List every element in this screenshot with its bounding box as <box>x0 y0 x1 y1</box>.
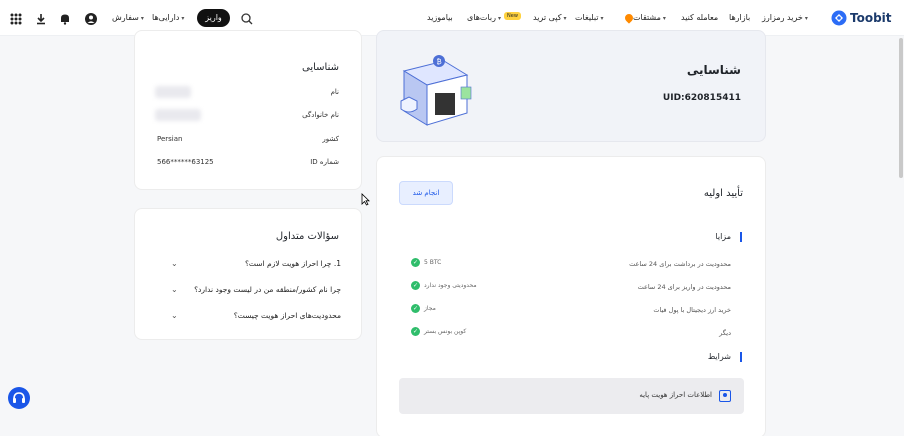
identity-hero-card: شناسایی UID:620815411 ₿ <box>376 30 766 142</box>
faq-item[interactable]: محدودیت‌های احراز هویت چیست؟ ⌄ <box>135 307 363 327</box>
check-icon: ✓ <box>411 258 420 267</box>
faq-title: سؤالات متداول <box>275 231 339 242</box>
assets-menu[interactable]: ▾دارایی‌ها <box>152 13 184 22</box>
field-label-surname: نام خانوادگی <box>302 111 339 119</box>
mouse-cursor-icon <box>361 193 370 206</box>
toobit-logo[interactable]: Toobit <box>831 9 892 27</box>
chevron-down-icon: ▾ <box>662 15 666 22</box>
requirement-label: اطلاعات احراز هویت پایه <box>639 391 712 399</box>
chevron-down-icon: ⌄ <box>171 259 178 268</box>
nav-markets[interactable]: بازارها <box>729 13 750 22</box>
benefit-value: محدودیتی وجود ندارد <box>424 282 477 289</box>
basic-verification-title: تأیید اولیه <box>703 188 743 199</box>
support-chat-button[interactable] <box>8 387 30 409</box>
field-label-name: نام <box>330 88 339 96</box>
identity-info-title: شناسایی <box>302 62 339 73</box>
chevron-down-icon: ▾ <box>804 15 808 22</box>
nav-trade[interactable]: معامله کنید <box>681 13 718 22</box>
download-icon[interactable] <box>34 11 48 25</box>
apps-grid-icon[interactable] <box>9 11 23 25</box>
field-label-id-number: شماره ID <box>310 158 339 166</box>
id-card-icon <box>719 390 731 402</box>
field-label-country: کشور <box>322 135 339 143</box>
brand-name: Toobit <box>850 11 892 25</box>
deposit-button[interactable]: واریز <box>197 9 230 27</box>
new-badge: New <box>504 12 521 20</box>
check-icon: ✓ <box>411 327 420 336</box>
benefit-value: 5 BTC <box>424 259 442 266</box>
faq-question: 1. چرا احراز هویت لازم است؟ <box>244 259 341 268</box>
check-icon: ✓ <box>411 304 420 313</box>
faq-card: سؤالات متداول 1. چرا احراز هویت لازم است… <box>134 208 362 340</box>
notification-bell-icon[interactable] <box>58 11 72 25</box>
nav-buy-crypto[interactable]: ▾خرید رمزارز <box>762 13 808 22</box>
chevron-down-icon: ▾ <box>140 15 144 22</box>
field-value-surname-redacted <box>155 109 201 121</box>
section-marker <box>740 352 742 362</box>
benefit-label: محدودیت در برداشت برای 24 ساعت <box>629 260 731 268</box>
nav-copy-trade[interactable]: ▾کپی ترید <box>533 13 567 22</box>
requirements-title: شرایط <box>707 352 731 361</box>
chevron-down-icon: ⌄ <box>171 311 178 320</box>
faq-question: محدودیت‌های احراز هویت چیست؟ <box>233 311 341 320</box>
chevron-down-icon: ▾ <box>497 15 501 22</box>
chevron-down-icon: ▾ <box>181 15 185 22</box>
faq-item[interactable]: 1. چرا احراز هویت لازم است؟ ⌄ <box>135 255 363 275</box>
check-icon: ✓ <box>411 281 420 290</box>
faq-item[interactable]: چرا نام کشور/منطقه من در لیست وجود ندارد… <box>135 281 363 301</box>
faq-question: چرا نام کشور/منطقه من در لیست وجود ندارد… <box>194 285 341 294</box>
toobit-logo-icon <box>831 10 847 26</box>
benefits-title: مزایا <box>715 232 731 241</box>
chevron-down-icon: ⌄ <box>171 285 178 294</box>
identity-box-illustration-icon: ₿ <box>400 55 472 126</box>
identity-info-card: شناسایی نام نام خانوادگی کشور Persian شم… <box>134 30 362 190</box>
field-value-country: Persian <box>157 135 183 143</box>
chevron-down-icon: ▾ <box>600 15 604 22</box>
benefit-value: مجاز <box>424 305 436 312</box>
nav-derivatives[interactable]: ▾مشتقات <box>623 11 666 24</box>
orders-menu[interactable]: ▾سفارش <box>112 13 144 22</box>
benefit-value: کوپن بونس بستر <box>424 328 467 335</box>
page-scrollbar[interactable] <box>899 38 903 178</box>
field-value-id-number: 566******63125 <box>157 158 214 166</box>
svg-text:₿: ₿ <box>437 58 442 66</box>
benefit-label: خرید ارز دیجیتال با پول فیات <box>653 306 731 314</box>
benefit-label: محدودیت در واریز برای 24 ساعت <box>637 283 731 291</box>
nav-bots[interactable]: ▾ربات‌های <box>467 13 501 22</box>
user-profile-icon[interactable] <box>84 11 98 25</box>
chevron-down-icon: ▾ <box>563 15 567 22</box>
requirement-item: اطلاعات احراز هویت پایه <box>399 378 744 414</box>
basic-verification-card: تأیید اولیه انجام شد مزایا محدودیت در بر… <box>376 156 766 436</box>
status-done-badge: انجام شد <box>399 181 453 205</box>
headset-icon <box>13 392 25 403</box>
benefit-label: دیگر <box>719 329 731 337</box>
nav-learn[interactable]: بیاموزید <box>427 13 453 22</box>
nav-promotions[interactable]: ▾تبلیغات <box>575 13 604 22</box>
field-value-name-redacted <box>155 86 191 98</box>
search-icon[interactable] <box>240 11 254 25</box>
user-uid: UID:620815411 <box>662 93 741 103</box>
page-title: شناسایی <box>686 63 741 77</box>
section-marker <box>740 232 742 242</box>
